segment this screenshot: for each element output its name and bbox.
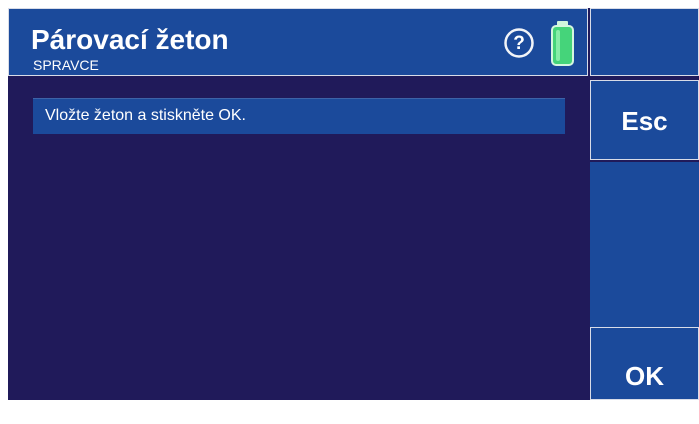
header-side-panel xyxy=(590,8,699,76)
esc-button[interactable]: Esc xyxy=(590,80,699,160)
side-blank-panel xyxy=(590,162,699,328)
page-title: Párovací žeton xyxy=(31,24,229,55)
ok-button[interactable]: OK xyxy=(590,327,699,400)
svg-text:?: ? xyxy=(513,33,525,54)
page-subtitle: SPRAVCE xyxy=(33,57,99,73)
instruction-text: Vložte žeton a stiskněte OK. xyxy=(45,107,246,124)
help-icon[interactable]: ? xyxy=(504,28,534,58)
instruction-bar: Vložte žeton a stiskněte OK. xyxy=(33,98,565,134)
battery-icon xyxy=(550,20,575,67)
screen: Párovací žeton SPRAVCE ? Esc OK Vložte ž… xyxy=(8,8,699,400)
header-bar: Párovací žeton SPRAVCE ? xyxy=(8,8,588,76)
